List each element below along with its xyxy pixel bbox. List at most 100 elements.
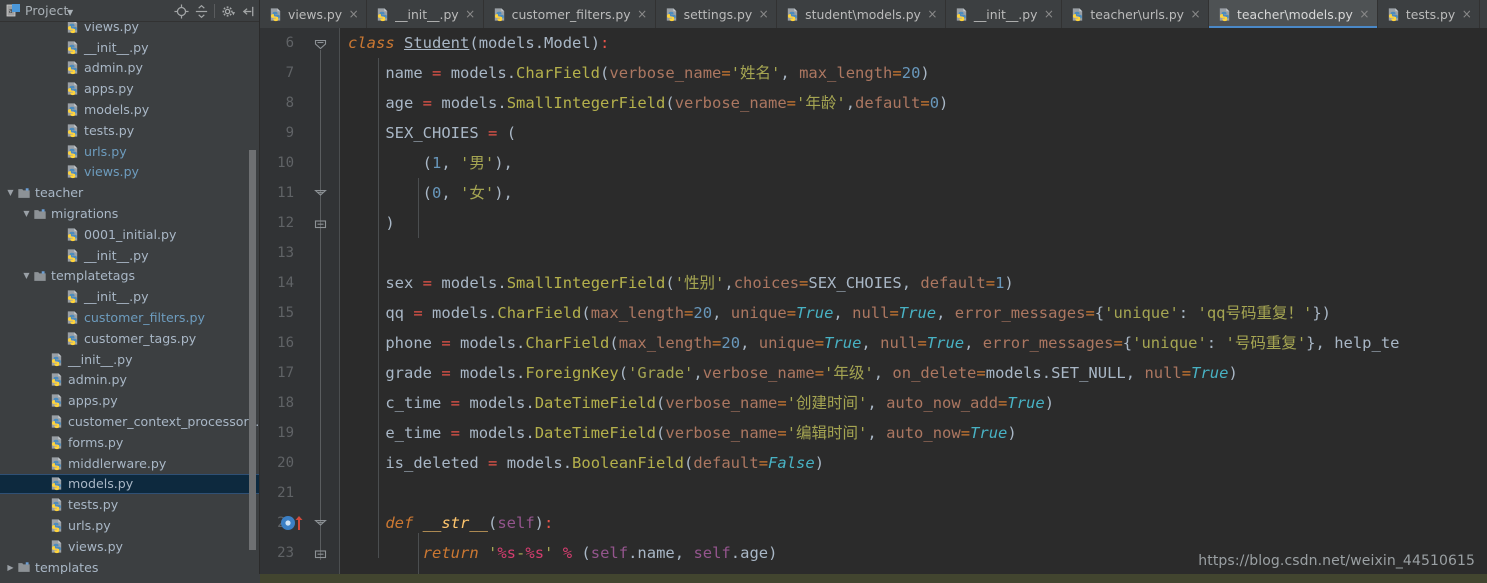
close-icon[interactable]: × <box>758 8 769 20</box>
tree-item-label: middlerware.py <box>68 455 167 471</box>
tree-item-tests-py[interactable]: tests.py <box>0 494 260 515</box>
python-file-icon <box>65 310 80 325</box>
folder-icon <box>17 560 31 574</box>
tree-item-views-py[interactable]: views.py <box>0 22 260 37</box>
editor-tab-teacher-urls-py[interactable]: teacher\urls.py × <box>1062 0 1210 28</box>
tree-item-__init__-py[interactable]: __init__.py <box>0 349 260 370</box>
tree-item-teacher[interactable]: ▼ teacher <box>0 182 260 203</box>
editor-tab-__init__-py[interactable]: __init__.py × <box>367 0 484 28</box>
indent-guide <box>378 58 379 558</box>
twisty-expanded-icon[interactable]: ▼ <box>20 207 33 220</box>
editor-tab-__init__-py[interactable]: __init__.py × <box>946 0 1063 28</box>
folder-icon <box>17 186 31 200</box>
tree-item-__init__-py[interactable]: __init__.py <box>0 37 260 58</box>
close-icon[interactable]: × <box>348 8 359 20</box>
tree-item-views-py[interactable]: views.py <box>0 536 260 557</box>
chevron-down-icon[interactable]: ▼ <box>67 8 73 17</box>
pycharm-window: a Project ▼ ▾ views.py __init__.py admin… <box>0 0 1487 583</box>
locate-icon[interactable] <box>171 1 191 21</box>
code-line: phone = models.CharField(max_length=20, … <box>385 334 1400 352</box>
tree-item-customer_filters-py[interactable]: customer_filters.py <box>0 307 260 328</box>
project-panel-scrollbar[interactable] <box>249 150 256 550</box>
project-view-icon: a <box>5 3 21 19</box>
fold-collapse-icon[interactable] <box>314 216 327 229</box>
tree-item-__init__-py[interactable]: __init__.py <box>0 245 260 266</box>
fold-region-icon[interactable] <box>314 36 327 50</box>
line-number: 16 <box>277 335 294 351</box>
python-file-icon <box>49 393 64 408</box>
collapse-all-icon[interactable] <box>191 1 211 21</box>
close-icon[interactable]: × <box>1190 8 1201 20</box>
tree-item-label: __init__.py <box>84 39 149 55</box>
tree-item-views-py[interactable]: views.py <box>0 162 260 183</box>
fold-region-icon[interactable] <box>314 186 327 199</box>
tree-item-urls-py[interactable]: urls.py <box>0 515 260 536</box>
twisty-collapsed-icon[interactable]: ▶ <box>4 561 17 574</box>
python-file-icon <box>664 7 679 22</box>
close-icon[interactable]: × <box>465 8 476 20</box>
tree-item-admin-py[interactable]: admin.py <box>0 58 260 79</box>
editor-gutter[interactable]: 67891011121314151617181920212223 <box>260 28 340 583</box>
tree-item-label: templates <box>35 559 99 575</box>
line-number: 12 <box>277 215 294 231</box>
python-file-icon <box>49 352 64 367</box>
tree-item-migrations[interactable]: ▼ migrations <box>0 203 260 224</box>
tree-item-customer_tags-py[interactable]: customer_tags.py <box>0 328 260 349</box>
project-tree-scroll[interactable]: views.py __init__.py admin.py apps.py models… <box>0 22 260 583</box>
editor-tab-teacher-models-py[interactable]: teacher\models.py × <box>1209 0 1378 28</box>
editor-tab-settings-py[interactable]: settings.py × <box>656 0 778 28</box>
python-file-icon <box>65 81 80 96</box>
python-file-icon <box>65 40 80 55</box>
close-icon[interactable]: × <box>1461 8 1472 20</box>
twisty-expanded-icon[interactable]: ▼ <box>20 269 33 282</box>
twisty-expanded-icon[interactable]: ▼ <box>4 186 17 199</box>
editor-tab-tests-py[interactable]: tests.py × <box>1378 0 1481 28</box>
python-file-icon <box>65 22 80 34</box>
code-editor[interactable]: 67891011121314151617181920212223 class S… <box>260 28 1487 583</box>
close-icon[interactable]: × <box>927 8 938 20</box>
tree-item-tests-py[interactable]: tests.py <box>0 120 260 141</box>
fold-region-icon[interactable] <box>314 516 327 529</box>
editor-tab-views-py[interactable]: views.py × <box>260 0 368 28</box>
gear-icon[interactable]: ▾ <box>218 1 238 21</box>
tree-item-__init__-py[interactable]: __init__.py <box>0 286 260 307</box>
close-icon[interactable]: × <box>637 8 648 20</box>
tree-item-0001_initial-py[interactable]: 0001_initial.py <box>0 224 260 245</box>
tree-item-middlerware-py[interactable]: middlerware.py <box>0 453 260 474</box>
close-icon[interactable]: × <box>1043 8 1054 20</box>
run-class-gutter-icon[interactable] <box>280 514 306 532</box>
editor-tab-label: views.py <box>288 6 343 22</box>
code-line: (0, '女'), <box>422 184 513 202</box>
tree-item-admin-py[interactable]: admin.py <box>0 370 260 391</box>
close-icon[interactable]: × <box>1359 8 1370 20</box>
tree-item-label: __init__.py <box>84 289 149 305</box>
editor-tab-student-urls-py[interactable]: student\urls.py× <box>1480 0 1487 28</box>
editor-tab-student-models-py[interactable]: student\models.py × <box>777 0 946 28</box>
tree-item-forms-py[interactable]: forms.py <box>0 432 260 453</box>
code-line: class Student(models.Model): <box>348 34 610 52</box>
editor-tab-bar: views.py × __init__.py × customer_filters.py… <box>260 0 1487 28</box>
tree-item-urls-py[interactable]: urls.py <box>0 141 260 162</box>
tree-item-customer_context_processors-py[interactable]: customer_context_processors.py <box>0 411 260 432</box>
line-number: 13 <box>277 245 294 261</box>
editor-tab-customer_filters-py[interactable]: customer_filters.py × <box>484 0 656 28</box>
python-file-icon <box>1386 7 1401 22</box>
hide-panel-icon[interactable] <box>238 1 258 21</box>
code-line: return '%s-%s' % (self.name, self.age) <box>422 544 778 562</box>
tree-item-models-py[interactable]: models.py <box>0 473 260 495</box>
tree-item-templatetags[interactable]: ▼ templatetags <box>0 266 260 287</box>
tree-item-apps-py[interactable]: apps.py <box>0 78 260 99</box>
tree-item-apps-py[interactable]: apps.py <box>0 390 260 411</box>
code-viewport[interactable]: class Student(models.Model): name = mode… <box>340 28 1487 583</box>
tree-item-models-py[interactable]: models.py <box>0 99 260 120</box>
fold-collapse-icon[interactable] <box>314 546 327 559</box>
code-text: class Student(models.Model): name = mode… <box>340 28 1400 568</box>
